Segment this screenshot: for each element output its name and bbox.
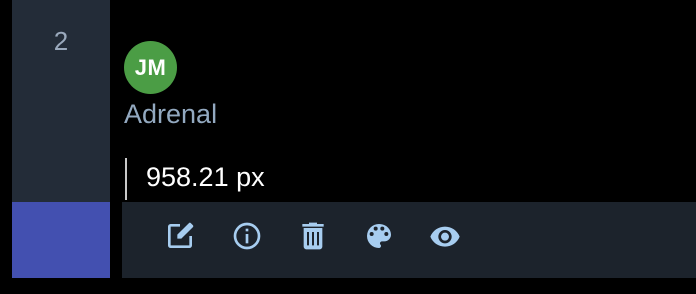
row-number: 2 — [53, 26, 69, 56]
edit-icon — [168, 222, 194, 248]
visibility-button[interactable] — [427, 218, 463, 254]
info-icon — [233, 222, 261, 250]
visibility-icon — [430, 226, 460, 247]
selected-row-indicator — [12, 202, 110, 278]
row-number-column: 2 — [12, 0, 110, 202]
measurement-value: 958.21 px — [146, 162, 265, 192]
action-toolbar — [122, 202, 696, 278]
measurement-bar — [125, 158, 127, 200]
palette-icon — [367, 224, 391, 248]
delete-button[interactable] — [295, 218, 331, 254]
segment-label: Adrenal — [124, 99, 218, 129]
info-button[interactable] — [229, 218, 265, 254]
user-avatar: JM — [124, 41, 177, 94]
delete-icon — [302, 222, 324, 250]
color-button[interactable] — [361, 218, 397, 254]
edit-button[interactable] — [162, 218, 198, 254]
